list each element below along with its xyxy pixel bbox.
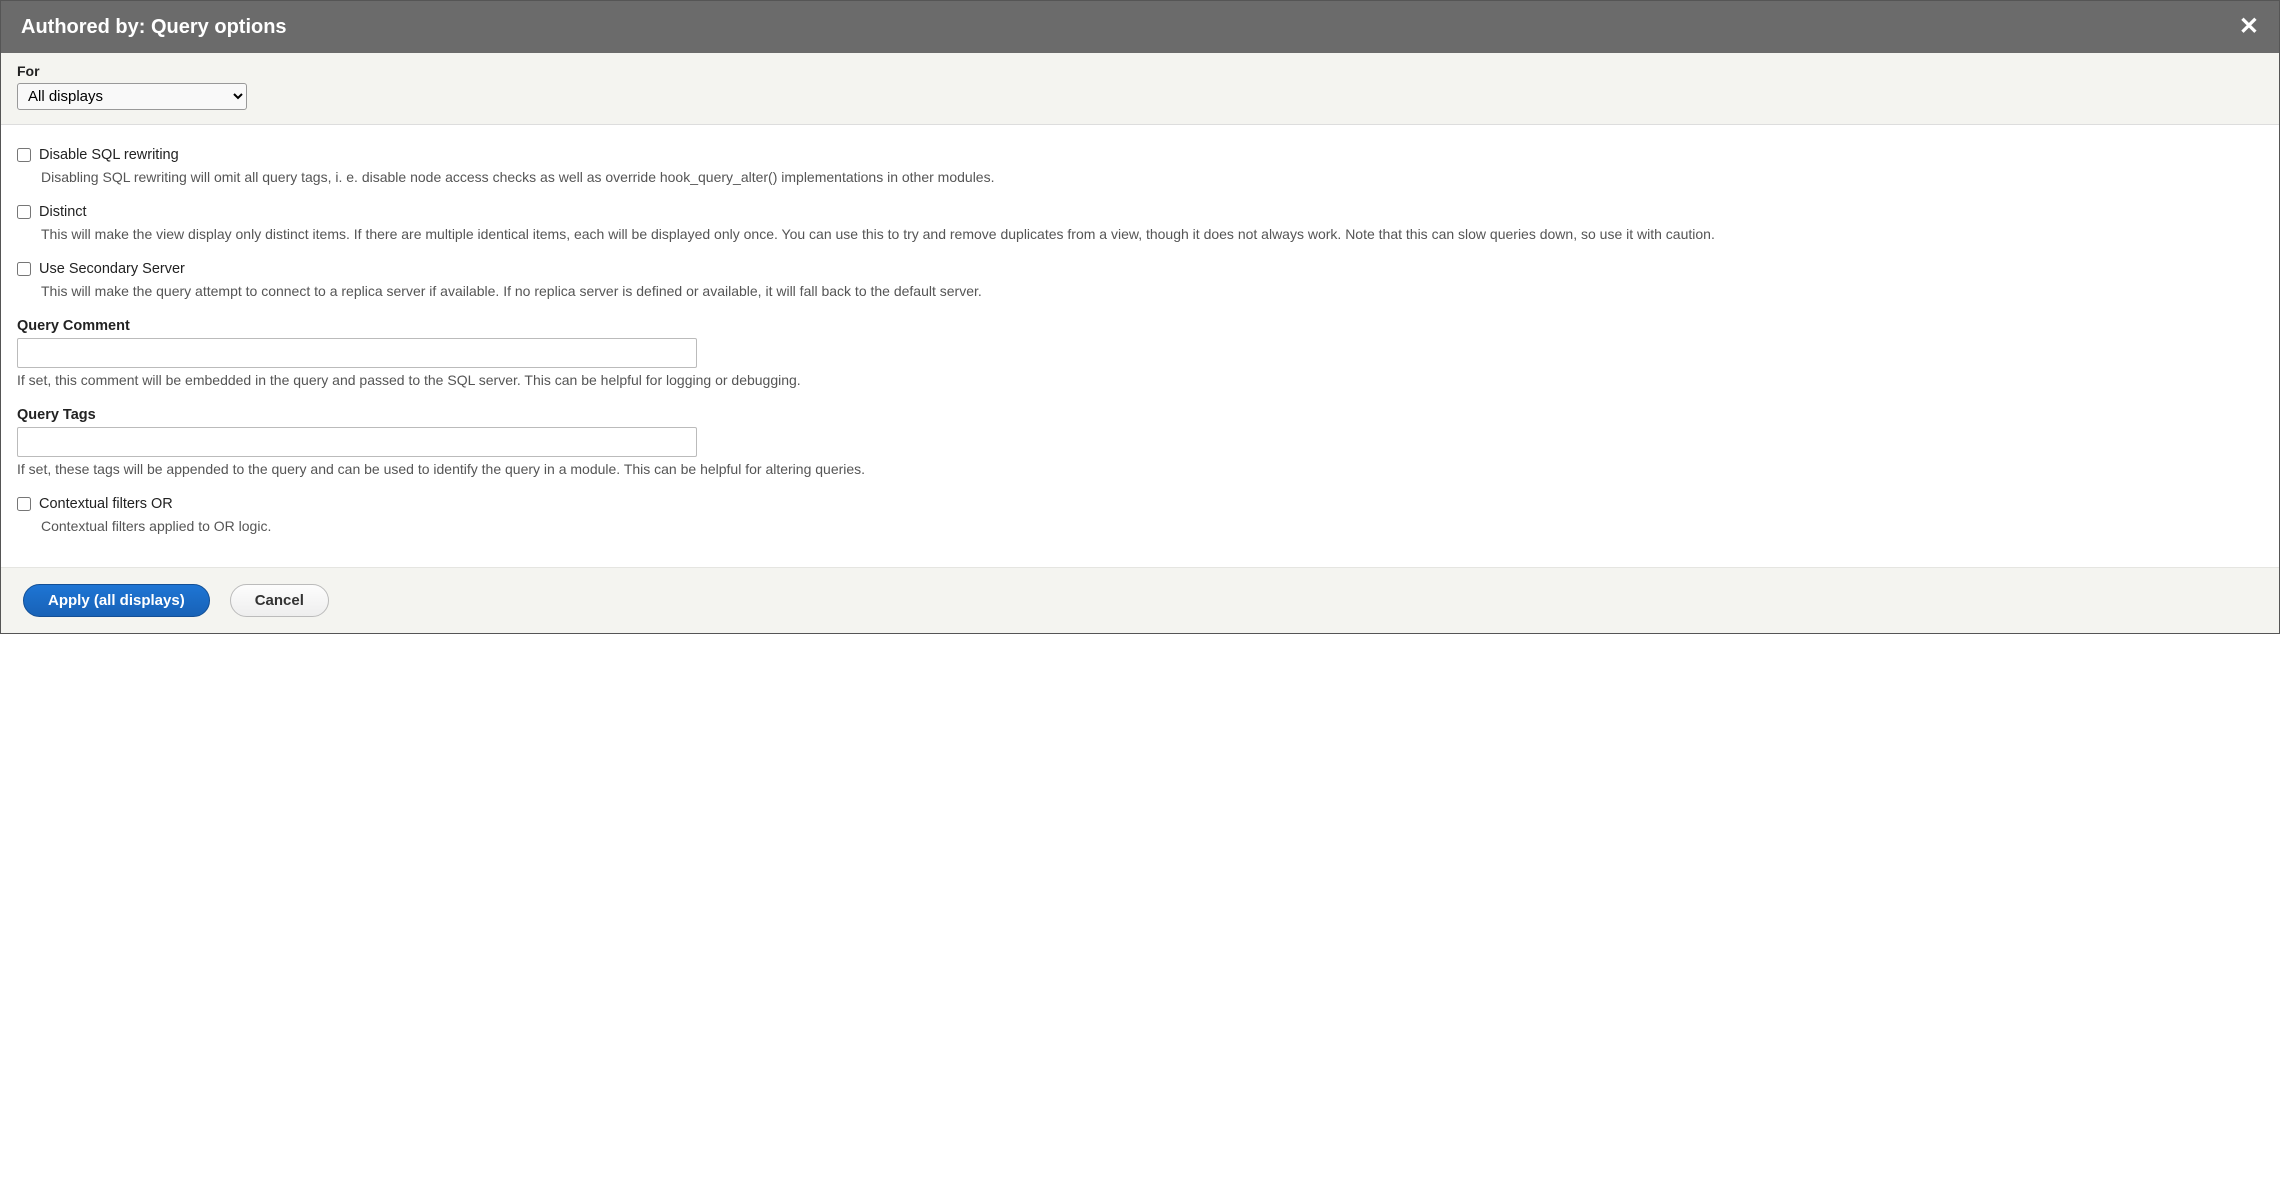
close-icon[interactable]: ✕	[2239, 15, 2259, 39]
desc-secondary: This will make the query attempt to conn…	[41, 281, 2263, 302]
desc-query-tags: If set, these tags will be appended to t…	[17, 459, 2263, 480]
titlebar: Authored by: Query options ✕	[1, 1, 2279, 53]
apply-button[interactable]: Apply (all displays)	[23, 584, 210, 617]
checkbox-distinct[interactable]	[17, 205, 31, 219]
desc-disable-sql: Disabling SQL rewriting will omit all qu…	[41, 167, 2263, 188]
dialog-title: Authored by: Query options	[21, 16, 287, 39]
query-options-dialog: Authored by: Query options ✕ For All dis…	[0, 0, 2280, 634]
label-secondary: Use Secondary Server	[39, 261, 185, 277]
checkbox-disable-sql[interactable]	[17, 148, 31, 162]
label-query-comment: Query Comment	[17, 318, 2263, 334]
for-select[interactable]: All displays	[17, 83, 247, 110]
form-item-query-tags: Query Tags If set, these tags will be ap…	[17, 407, 2263, 480]
desc-contextual: Contextual filters applied to OR logic.	[41, 516, 2263, 537]
cancel-button[interactable]: Cancel	[230, 584, 329, 617]
actions-bar: Apply (all displays) Cancel	[1, 567, 2279, 633]
label-disable-sql: Disable SQL rewriting	[39, 147, 179, 163]
checkbox-contextual[interactable]	[17, 497, 31, 511]
option-secondary: Use Secondary Server This will make the …	[17, 261, 2263, 302]
label-distinct: Distinct	[39, 204, 87, 220]
for-section: For All displays	[1, 53, 2279, 125]
form-item-query-comment: Query Comment If set, this comment will …	[17, 318, 2263, 391]
input-query-tags[interactable]	[17, 427, 697, 457]
input-query-comment[interactable]	[17, 338, 697, 368]
option-contextual: Contextual filters OR Contextual filters…	[17, 496, 2263, 537]
desc-distinct: This will make the view display only dis…	[41, 224, 2263, 245]
desc-query-comment: If set, this comment will be embedded in…	[17, 370, 2263, 391]
checkbox-secondary[interactable]	[17, 262, 31, 276]
for-label: For	[17, 63, 2263, 79]
content: Disable SQL rewriting Disabling SQL rewr…	[1, 125, 2279, 567]
option-disable-sql: Disable SQL rewriting Disabling SQL rewr…	[17, 147, 2263, 188]
option-distinct: Distinct This will make the view display…	[17, 204, 2263, 245]
label-contextual: Contextual filters OR	[39, 496, 173, 512]
label-query-tags: Query Tags	[17, 407, 2263, 423]
